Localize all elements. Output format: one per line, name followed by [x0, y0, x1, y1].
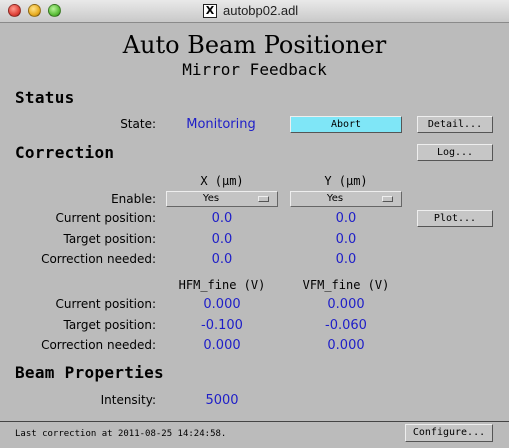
target-y-value: 0.0 — [335, 232, 357, 247]
fine-target-position-label: Target position: — [63, 318, 156, 332]
beam-properties-heading: Beam Properties — [15, 363, 164, 382]
last-correction-text: Last correction at 2011-08-25 14:24:58. — [15, 429, 227, 439]
col-x-header: X (µm) — [200, 174, 244, 188]
correction-y-value: 0.0 — [335, 252, 357, 267]
intensity-label: Intensity: — [100, 393, 156, 407]
vfm-correction-value: 0.000 — [327, 338, 365, 353]
page-title: Auto Beam Positioner — [122, 31, 387, 59]
current-y-value: 0.0 — [335, 211, 357, 226]
hfm-current-value: 0.000 — [203, 297, 241, 312]
intensity-value: 5000 — [205, 393, 239, 408]
menu-arrow-icon — [382, 196, 393, 202]
correction-heading: Correction — [15, 143, 115, 162]
col-hfm-header: HFM_fine (V) — [178, 278, 266, 292]
col-vfm-header: VFM_fine (V) — [302, 278, 390, 292]
close-icon[interactable] — [8, 4, 21, 17]
window-title: autobp02.adl — [223, 3, 299, 18]
log-button[interactable]: Log... — [417, 144, 493, 161]
minimize-icon[interactable] — [28, 4, 41, 17]
plot-button[interactable]: Plot... — [417, 210, 493, 227]
enable-y-menu[interactable]: Yes — [290, 191, 402, 207]
fine-correction-needed-label: Correction needed: — [41, 338, 156, 352]
status-heading: Status — [15, 88, 75, 107]
current-position-label: Current position: — [55, 211, 156, 225]
current-x-value: 0.0 — [211, 211, 233, 226]
page-subtitle: Mirror Feedback — [182, 60, 327, 79]
correction-needed-label: Correction needed: — [41, 252, 156, 266]
abort-button[interactable]: Abort — [290, 116, 402, 133]
col-y-header: Y (µm) — [324, 174, 368, 188]
correction-x-value: 0.0 — [211, 252, 233, 267]
detail-button[interactable]: Detail... — [417, 116, 493, 133]
zoom-icon[interactable] — [48, 4, 61, 17]
enable-x-value: Yes — [202, 193, 220, 204]
target-x-value: 0.0 — [211, 232, 233, 247]
state-value: Monitoring — [186, 117, 256, 132]
enable-x-menu[interactable]: Yes — [166, 191, 278, 207]
state-label: State: — [120, 117, 156, 131]
vfm-current-value: 0.000 — [327, 297, 365, 312]
main-panel: Auto Beam Positioner Mirror Feedback Sta… — [0, 23, 509, 421]
x11-icon: X — [203, 4, 217, 18]
menu-arrow-icon — [258, 196, 269, 202]
fine-current-position-label: Current position: — [55, 297, 156, 311]
target-position-label: Target position: — [63, 232, 156, 246]
title-bar: X autobp02.adl — [0, 0, 509, 23]
hfm-target-value: -0.100 — [201, 318, 243, 333]
hfm-correction-value: 0.000 — [203, 338, 241, 353]
vfm-target-value: -0.060 — [325, 318, 367, 333]
configure-button[interactable]: Configure... — [405, 424, 493, 442]
enable-y-value: Yes — [326, 193, 344, 204]
enable-label: Enable: — [111, 192, 156, 206]
